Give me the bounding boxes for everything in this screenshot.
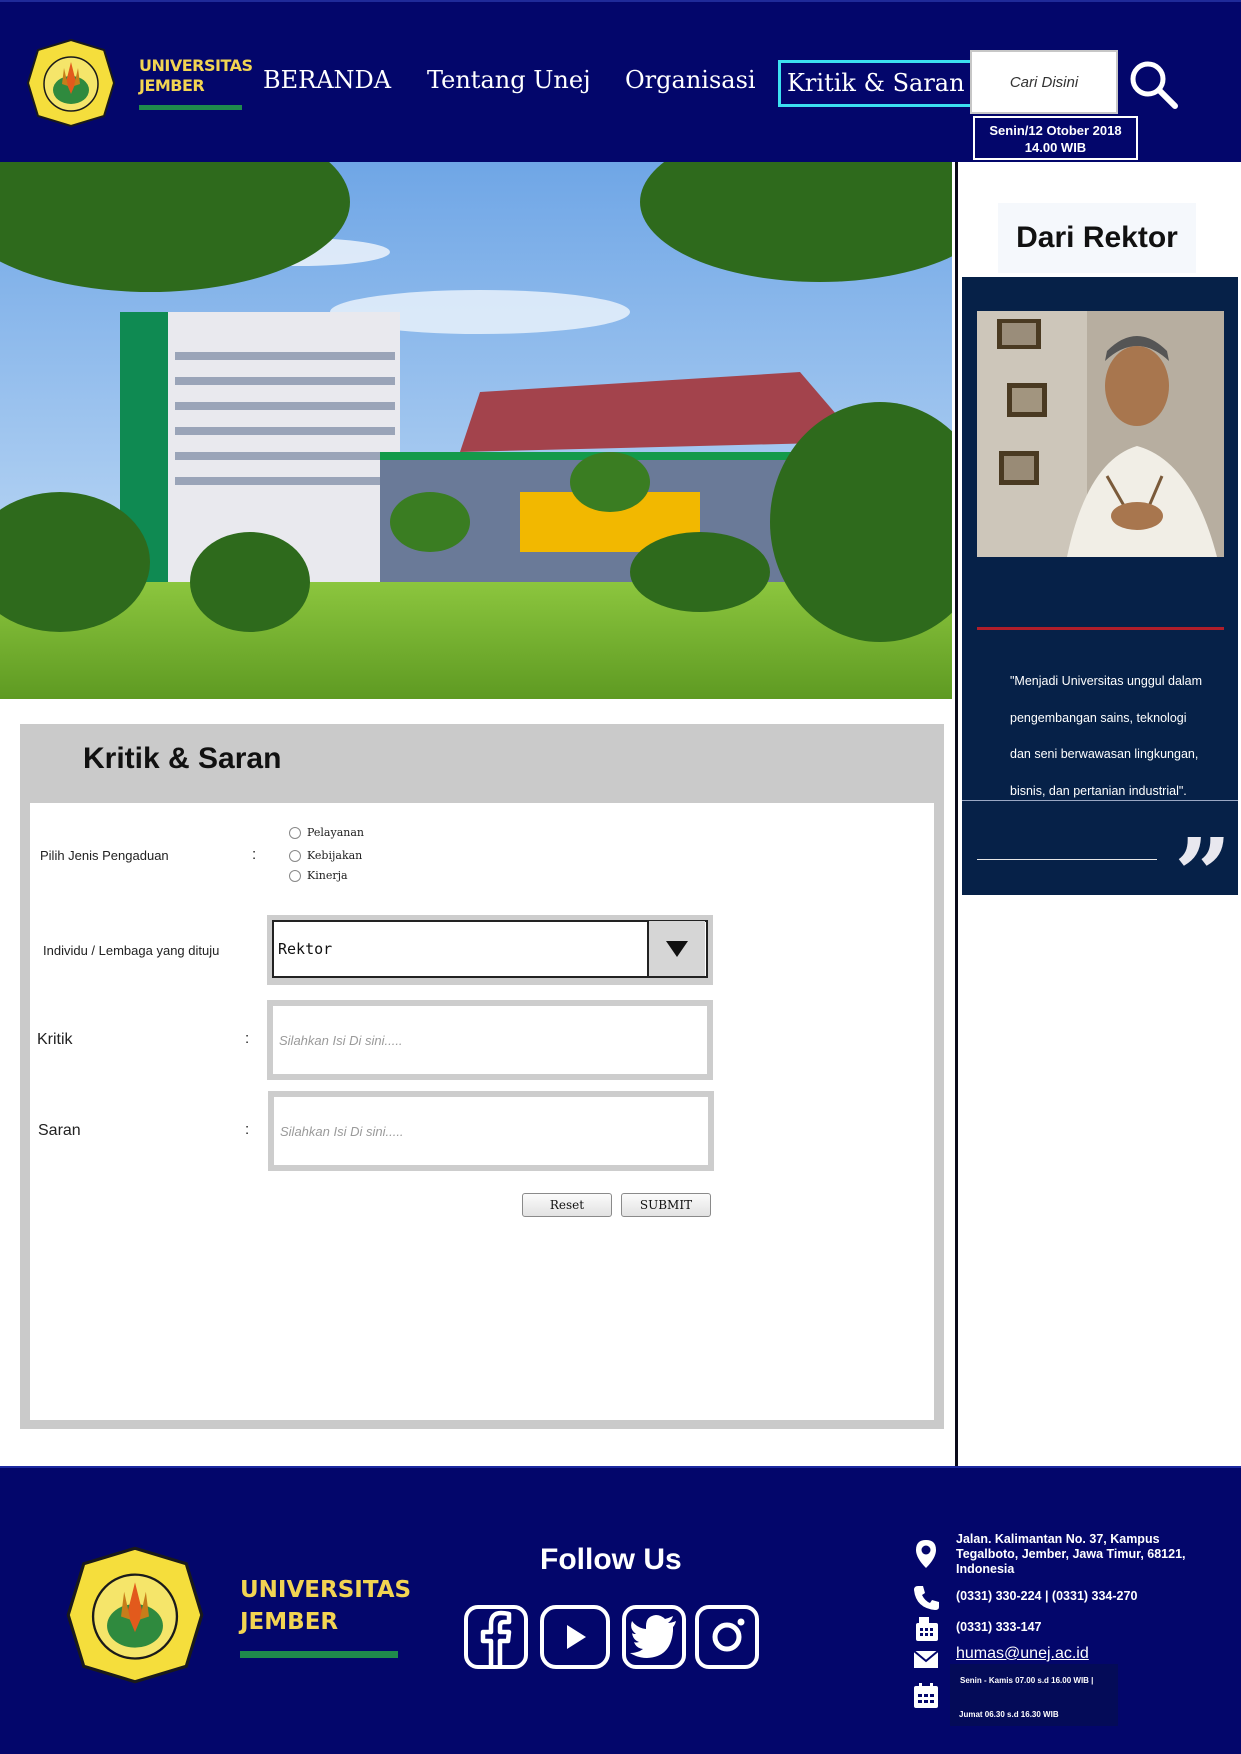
rektor-title: Dari Rektor (1016, 221, 1178, 254)
radio-label: Pelayanan (307, 826, 364, 839)
saran-label: Saran (38, 1122, 81, 1139)
twitter-icon[interactable] (622, 1605, 686, 1669)
target-select[interactable] (272, 920, 708, 978)
brand-name: UNIVERSITAS JEMBER (139, 56, 253, 96)
radio-circle[interactable] (289, 826, 301, 839)
card-red-divider (977, 627, 1224, 630)
kritik-label: Kritik (37, 1031, 73, 1048)
target-label: Individu / Lembaga yang dituju (43, 943, 220, 958)
brand-line-2: JEMBER (139, 76, 205, 95)
quote-mark-icon: ” (1174, 816, 1232, 934)
footer-brand-name: UNIVERSITAS JEMBER (240, 1574, 411, 1638)
reset-button[interactable]: Reset (522, 1193, 612, 1217)
campus-hero-image (0, 162, 952, 699)
nav-tentang-unej[interactable]: Tentang Unej (427, 66, 591, 94)
submit-button[interactable]: SUBMIT (621, 1193, 711, 1217)
university-logo[interactable] (24, 38, 118, 128)
current-date: Senin/12 Otober 2018 (989, 123, 1122, 138)
rektor-photo (977, 311, 1224, 557)
radio-label: Kinerja (307, 869, 348, 882)
card-white-line (977, 859, 1157, 860)
date-time-box: Senin/12 Otober 2018 14.00 WIB (973, 116, 1138, 160)
form-title: Kritik & Saran (83, 742, 282, 775)
address-text: Jalan. Kalimantan No. 37, Kampus Tegalbo… (956, 1532, 1186, 1576)
radio-circle[interactable] (289, 849, 301, 862)
office-hours: Senin - Kamis 07.00 s.d 16.00 WIB | Juma… (950, 1664, 1118, 1726)
footer-brand-line-1: UNIVERSITAS (240, 1577, 412, 1603)
saran-input[interactable]: Silahkan Isi Di sini..... (274, 1097, 708, 1165)
complaint-type-label: Pilih Jenis Pengaduan (40, 848, 169, 863)
column-divider (955, 162, 958, 1466)
radio-pelayanan[interactable]: Pelayanan (289, 826, 364, 839)
rektor-card: "Menjadi Universitas unggul dalam pengem… (962, 277, 1238, 925)
radio-kinerja[interactable]: Kinerja (289, 869, 348, 882)
phone-icon (914, 1586, 939, 1610)
hours-weekdays: Senin - Kamis 07.00 s.d 16.00 WIB | (960, 1676, 1094, 1685)
footer-university-logo[interactable] (62, 1544, 208, 1686)
nav-kritik-saran[interactable]: Kritik & Saran (778, 60, 976, 107)
youtube-icon[interactable] (540, 1605, 610, 1669)
follow-us-title: Follow Us (540, 1543, 682, 1576)
calendar-icon (914, 1683, 938, 1708)
target-select-value[interactable]: Rektor (278, 940, 332, 958)
colon: : (245, 1121, 250, 1138)
nav-organisasi[interactable]: Organisasi (625, 66, 756, 94)
brand-line-1: UNIVERSITAS (139, 56, 253, 75)
fax-text: (0331) 333-147 (956, 1620, 1042, 1634)
dropdown-button[interactable] (647, 921, 705, 976)
instagram-icon[interactable] (695, 1605, 759, 1669)
rektor-title-box: Dari Rektor (998, 203, 1196, 273)
colon: : (252, 846, 257, 863)
brand-underline (139, 105, 242, 110)
chevron-down-icon (666, 940, 688, 957)
location-pin-icon (916, 1540, 936, 1568)
footer-brand-line-2: JEMBER (240, 1609, 339, 1635)
phone-text: (0331) 330-224 | (0331) 334-270 (956, 1589, 1138, 1603)
nav-beranda[interactable]: BERANDA (263, 66, 391, 94)
kritik-input[interactable]: Silahkan Isi Di sini..... (273, 1006, 707, 1074)
facebook-icon[interactable] (464, 1605, 528, 1669)
rektor-quote: "Menjadi Universitas unggul dalam pengem… (1010, 674, 1203, 798)
card-thin-divider (962, 800, 1238, 801)
email-link[interactable]: humas@unej.ac.id (956, 1645, 1089, 1663)
colon: : (245, 1030, 250, 1047)
search-icon[interactable] (1127, 58, 1179, 110)
radio-label: Kebijakan (307, 849, 363, 862)
mail-icon (913, 1650, 939, 1668)
radio-circle[interactable] (289, 869, 301, 882)
footer-brand-underline (240, 1651, 398, 1658)
fax-icon (916, 1617, 938, 1641)
radio-kebijakan[interactable]: Kebijakan (289, 849, 362, 862)
search-input[interactable]: Cari Disini (970, 50, 1118, 114)
page: UNIVERSITAS JEMBER BERANDA Tentang Unej … (0, 0, 1241, 1754)
current-time: 14.00 WIB (1024, 140, 1087, 155)
hours-friday: Jumat 06.30 s.d 16.30 WIB (959, 1710, 1059, 1719)
